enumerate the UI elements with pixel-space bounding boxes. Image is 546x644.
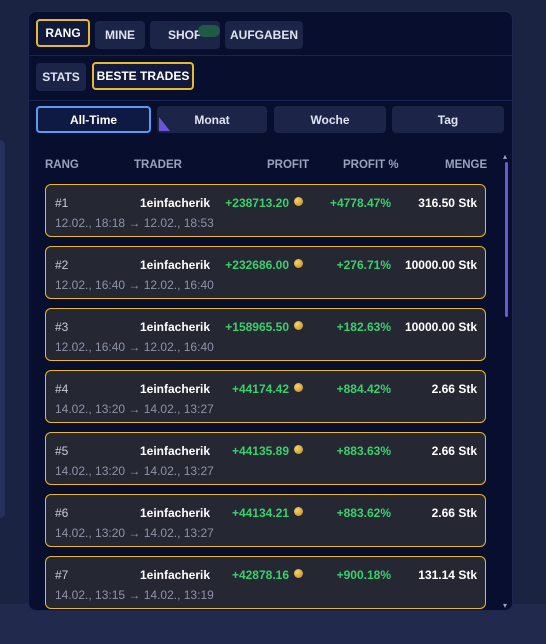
trade-profit-pct: +900.18%	[336, 568, 391, 582]
trade-profit-value: +44135.89	[231, 444, 289, 458]
range-monat[interactable]: Monat	[157, 106, 267, 133]
trade-trader: 1einfacherik	[140, 506, 211, 520]
range-all-time[interactable]: All-Time	[36, 106, 151, 133]
trade-card[interactable]: #6 1einfacherik +44134.21 +883.62% 2.66 …	[45, 494, 486, 547]
trade-rank: #1	[55, 196, 69, 210]
trade-trader: 1einfacherik	[140, 258, 211, 272]
range-tag[interactable]: Tag	[392, 106, 504, 133]
main-tabs: RANG MINE SHOP AUFGABEN	[29, 12, 512, 56]
range-monat-label: Monat	[194, 112, 230, 127]
trade-time: 12.02., 18:18 → 12.02., 18:53	[55, 216, 214, 230]
trade-card[interactable]: #1 1einfacherik +238713.20 +4778.47% 316…	[45, 184, 486, 237]
col-header-profit: PROFIT	[267, 159, 310, 171]
trade-profit-value: +42878.16	[231, 568, 289, 582]
trade-rank: #5	[55, 444, 69, 458]
trade-trader: 1einfacherik	[140, 382, 211, 396]
trade-card[interactable]: #5 1einfacherik +44135.89 +883.63% 2.66 …	[45, 432, 486, 485]
trade-rank: #3	[55, 320, 69, 334]
trade-time: 14.02., 13:20 → 14.02., 13:27	[55, 402, 214, 416]
trade-profit-value: +44134.21	[231, 506, 289, 520]
trade-rank: #7	[55, 568, 69, 582]
trade-profit: +44174.42	[232, 382, 303, 396]
trade-amount: 10000.00 Stk	[404, 258, 477, 272]
background-left-panel	[0, 140, 5, 518]
tab-shop[interactable]: SHOP	[150, 21, 220, 49]
trade-profit-pct: +883.63%	[336, 444, 391, 458]
trade-trader: 1einfacherik	[140, 320, 211, 334]
trade-rank: #6	[55, 506, 69, 520]
leaderboard-panel: RANG MINE SHOP AUFGABEN STATS BESTE TRAD…	[28, 11, 513, 611]
trade-profit-pct: +883.62%	[336, 506, 391, 520]
trade-profit-value: +158965.50	[225, 320, 289, 334]
tab-beste-trades[interactable]: BESTE TRADES	[92, 62, 194, 90]
range-woche[interactable]: Woche	[274, 106, 386, 133]
col-header-profit-pct: PROFIT %	[343, 159, 399, 171]
col-header-amount: MENGE	[445, 159, 488, 171]
trade-time: 14.02., 13:20 → 14.02., 13:27	[55, 464, 214, 478]
col-header-trader: TRADER	[134, 159, 182, 171]
col-header-rank: RANG	[45, 159, 79, 171]
coin-icon	[294, 320, 303, 330]
trade-profit-pct: +182.63%	[336, 320, 391, 334]
coin-icon	[294, 258, 303, 268]
trade-profit-pct: +4778.47%	[329, 196, 391, 210]
tab-rang[interactable]: RANG	[36, 19, 90, 47]
trade-amount: 131.14 Stk	[418, 568, 477, 582]
trade-profit-value: +232686.00	[225, 258, 289, 272]
trade-trader: 1einfacherik	[140, 444, 211, 458]
scrollbar[interactable]: ▴ ▾	[503, 152, 509, 610]
trade-profit-pct: +884.42%	[336, 382, 391, 396]
trade-time: 14.02., 13:20 → 14.02., 13:27	[55, 526, 214, 540]
trade-card[interactable]: #7 1einfacherik +42878.16 +900.18% 131.1…	[45, 556, 486, 609]
trade-card[interactable]: #2 1einfacherik +232686.00 +276.71% 1000…	[45, 246, 486, 299]
trade-time: 12.02., 16:40 → 12.02., 16:40	[55, 340, 214, 354]
coin-icon	[294, 444, 303, 454]
trade-card[interactable]: #3 1einfacherik +158965.50 +182.63% 1000…	[45, 308, 486, 361]
time-range-selector: All-Time Monat Woche Tag	[29, 106, 512, 136]
trade-amount: 10000.00 Stk	[404, 320, 477, 334]
trade-amount: 2.66 Stk	[431, 444, 477, 458]
scroll-down-icon[interactable]: ▾	[501, 601, 509, 610]
tab-stats[interactable]: STATS	[36, 63, 86, 91]
trade-profit: +44134.21	[232, 506, 303, 520]
trade-profit: +238713.20	[225, 196, 303, 210]
trade-rank: #2	[55, 258, 69, 272]
trade-trader: 1einfacherik	[140, 196, 211, 210]
trade-rank: #4	[55, 382, 69, 396]
trade-profit: +232686.00	[225, 258, 303, 272]
table-header: RANG TRADER PROFIT PROFIT % MENGE	[29, 154, 512, 176]
tab-mine[interactable]: MINE	[95, 21, 145, 49]
trade-profit: +42878.16	[232, 568, 303, 582]
trade-profit: +44135.89	[232, 444, 303, 458]
trade-amount: 2.66 Stk	[431, 506, 477, 520]
shop-notification-badge	[198, 25, 220, 37]
scrollbar-thumb[interactable]	[505, 162, 508, 317]
trade-card[interactable]: #4 1einfacherik +44174.42 +884.42% 2.66 …	[45, 370, 486, 423]
trade-profit-value: +44174.42	[231, 382, 289, 396]
coin-icon	[294, 382, 303, 392]
coin-icon	[294, 568, 303, 578]
trade-time: 14.02., 13:15 → 14.02., 13:19	[55, 588, 214, 602]
coin-icon	[294, 196, 303, 206]
scroll-up-icon[interactable]: ▴	[501, 152, 509, 161]
tab-shop-label: SHOP	[167, 28, 202, 42]
trade-amount: 316.50 Stk	[418, 196, 477, 210]
trade-trader: 1einfacherik	[140, 568, 211, 582]
trade-amount: 2.66 Stk	[431, 382, 477, 396]
trade-profit-value: +238713.20	[225, 196, 289, 210]
sub-tabs: STATS BESTE TRADES	[29, 57, 512, 101]
coin-icon	[294, 506, 303, 516]
tab-aufgaben[interactable]: AUFGABEN	[225, 21, 303, 49]
range-accent-corner	[159, 117, 170, 131]
trade-profit: +158965.50	[225, 320, 303, 334]
trade-time: 12.02., 16:40 → 12.02., 16:40	[55, 278, 214, 292]
trade-profit-pct: +276.71%	[336, 258, 391, 272]
